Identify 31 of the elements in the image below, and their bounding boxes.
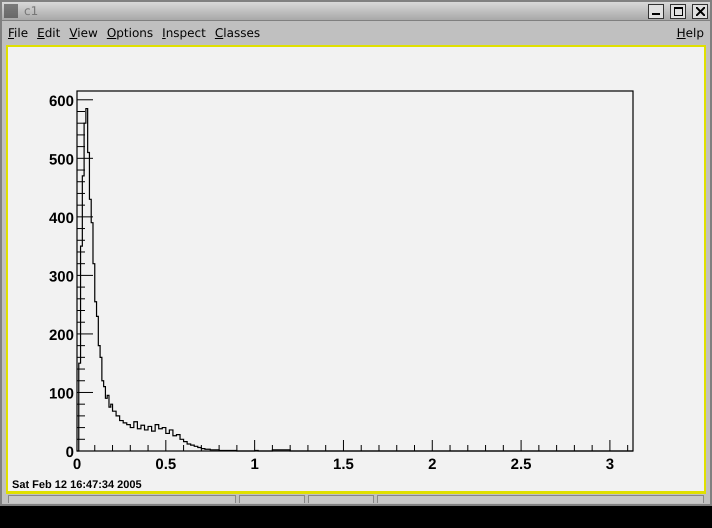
menu-item[interactable]: Edit <box>37 26 60 40</box>
y-tick-label: 500 <box>48 151 74 168</box>
status-panel <box>239 495 306 503</box>
y-tick-label: 400 <box>48 210 74 227</box>
y-tick-label: 300 <box>48 268 74 286</box>
menu-item[interactable]: View <box>69 26 98 40</box>
x-tick-label: 1 <box>250 456 259 473</box>
y-tick-label: 200 <box>48 326 74 344</box>
y-tick-label: 100 <box>48 385 74 402</box>
minimize-button[interactable] <box>648 4 664 18</box>
help-menu[interactable]: Help <box>676 26 704 40</box>
close-button[interactable] <box>692 4 708 18</box>
menu-item[interactable]: Classes <box>214 26 260 40</box>
timestamp: Sat Feb 12 16:47:34 2005 <box>12 479 142 491</box>
menu-item[interactable]: Options <box>106 26 154 40</box>
menu-icon[interactable] <box>4 4 18 18</box>
x-tick-label: 0.5 <box>155 456 176 473</box>
window-title: c1 <box>24 4 40 18</box>
x-tick-label: 2 <box>428 456 436 473</box>
x-tick-label: 2.5 <box>510 456 532 473</box>
menu-item[interactable]: Inspect <box>162 26 206 40</box>
x-tick-label: 0 <box>72 456 82 473</box>
x-tick-label: 3 <box>606 456 614 473</box>
status-panel <box>308 495 374 503</box>
menu-item[interactable]: File <box>8 26 28 40</box>
maximize-button[interactable] <box>670 4 686 18</box>
y-tick-label: 0 <box>66 444 74 461</box>
y-tick-label: 600 <box>48 92 74 110</box>
maximize-icon <box>674 6 682 16</box>
close-icon <box>696 6 704 16</box>
x-tick-label: 1.5 <box>333 456 354 473</box>
